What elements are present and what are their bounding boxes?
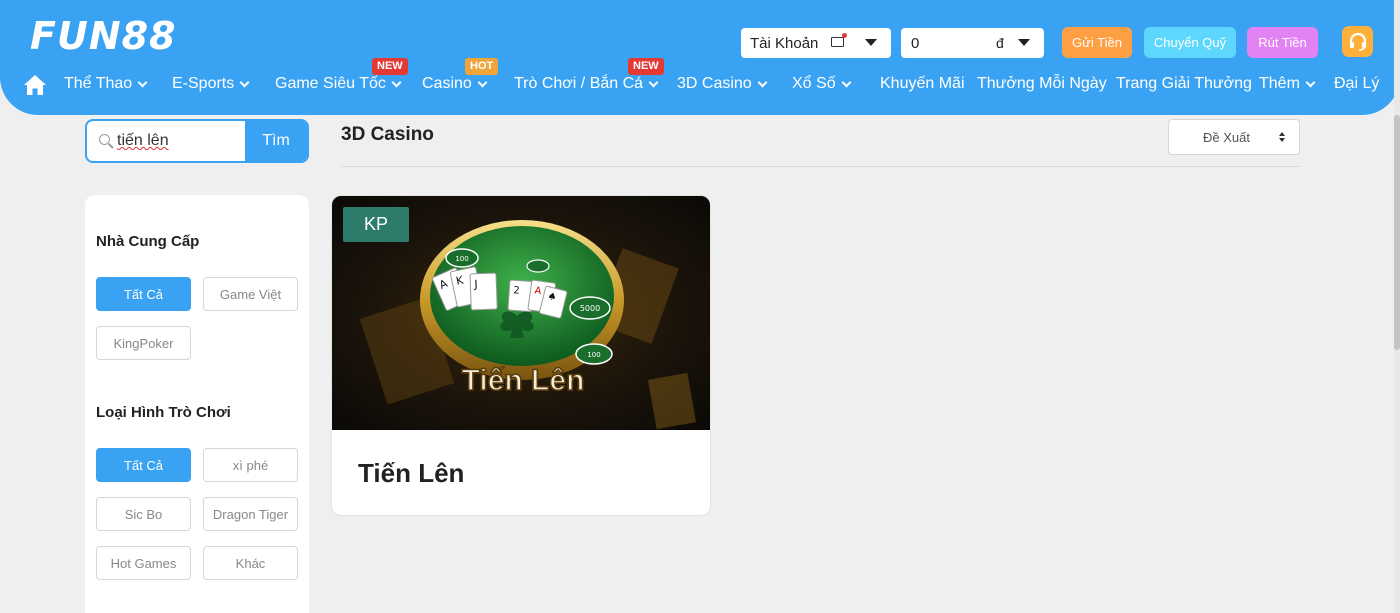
divider <box>341 166 1300 167</box>
caret-down-icon <box>1018 39 1030 46</box>
sort-value: Đề Xuất <box>1203 129 1250 145</box>
currency-symbol: đ <box>996 35 1004 51</box>
nav-item-khuyen-mai[interactable]: Khuyến Mãi <box>880 75 965 93</box>
gametype-filter-hot-games[interactable]: Hot Games <box>96 546 191 580</box>
sort-select[interactable]: Đề Xuất <box>1168 119 1300 155</box>
new-badge: NEW <box>372 58 408 75</box>
scrollbar-thumb[interactable] <box>1394 115 1400 350</box>
game-search: Tìm <box>85 119 309 163</box>
caret-down-icon <box>865 39 877 46</box>
site-header: FUN88 Tài Khoản 0 đ Gửi Tiền Chuyển Quỹ … <box>0 0 1400 115</box>
svg-text:5000: 5000 <box>580 304 600 313</box>
fun88-logo[interactable]: FUN88 <box>30 14 177 58</box>
nav-item-trang-giai-thuong[interactable]: Trang Giải Thưởng <box>1116 75 1252 93</box>
chevron-down-icon <box>1305 77 1316 87</box>
mail-icon[interactable] <box>831 33 847 47</box>
nav-item-dai-ly[interactable]: Đại Lý <box>1334 75 1379 93</box>
hot-badge: HOT <box>465 58 499 75</box>
page-scrollbar[interactable] <box>1394 0 1400 613</box>
transfer-button[interactable]: Chuyển Quỹ <box>1144 27 1236 58</box>
gametype-filter-title: Loại Hình Trò Chơi <box>96 404 231 421</box>
provider-filter-all[interactable]: Tất Cả <box>96 277 191 311</box>
chevron-down-icon <box>841 77 852 87</box>
svg-text:100: 100 <box>455 255 468 263</box>
nav-item-the-thao[interactable]: Thể Thao <box>64 75 148 93</box>
search-input[interactable] <box>117 121 247 161</box>
chevron-down-icon <box>239 77 250 87</box>
svg-text:2: 2 <box>513 285 520 296</box>
nav-item-game-sieu-toc[interactable]: Game Siêu Tốc <box>275 75 402 93</box>
chevron-down-icon <box>391 77 402 87</box>
chevron-down-icon <box>477 77 488 87</box>
deposit-button[interactable]: Gửi Tiền <box>1062 27 1132 58</box>
page-title: 3D Casino <box>341 124 434 145</box>
account-label: Tài Khoản <box>750 34 819 52</box>
poker-chip-icon: 5000 <box>569 296 611 320</box>
chevron-down-icon <box>137 77 148 87</box>
provider-filter-game-viet[interactable]: Game Việt <box>203 277 298 311</box>
home-icon[interactable] <box>23 74 47 96</box>
nav-item-3d-casino[interactable]: 3D Casino <box>677 75 768 93</box>
provider-badge: KP <box>343 207 409 242</box>
thumbnail-title: Tiến Lên <box>462 364 585 397</box>
gametype-filter-xi-phe[interactable]: xì phé <box>203 448 298 482</box>
gametype-filter-all[interactable]: Tất Cả <box>96 448 191 482</box>
gametype-filter-sic-bo[interactable]: Sic Bo <box>96 497 191 531</box>
poker-chip-icon: 100 <box>575 343 613 365</box>
withdraw-button[interactable]: Rút Tiền <box>1247 27 1318 58</box>
provider-filter-title: Nhà Cung Cấp <box>96 233 200 250</box>
nav-item-esports[interactable]: E-Sports <box>172 75 250 93</box>
new-badge: NEW <box>628 58 664 75</box>
chevron-down-icon <box>648 77 659 87</box>
gametype-filter-dragon-tiger[interactable]: Dragon Tiger <box>203 497 298 531</box>
poker-chip-icon: 100 <box>445 248 479 268</box>
nav-item-thuong-moi-ngay[interactable]: Thưởng Mỗi Ngày <box>977 75 1107 93</box>
nav-item-tro-choi-ban-ca[interactable]: Trò Chơi / Bắn Cá <box>514 75 659 93</box>
nav-item-casino[interactable]: Casino <box>422 75 488 93</box>
main-nav: Thể Thao E-Sports Game Siêu Tốc Casino T… <box>0 72 1400 98</box>
nav-item-them[interactable]: Thêm <box>1259 75 1316 93</box>
gametype-filter-khac[interactable]: Khác <box>203 546 298 580</box>
game-title[interactable]: Tiến Lên <box>358 458 464 489</box>
account-dropdown[interactable]: Tài Khoản <box>741 28 891 58</box>
balance-value: 0 <box>911 34 920 52</box>
support-headset-icon[interactable] <box>1342 26 1373 57</box>
balance-dropdown[interactable]: 0 đ <box>901 28 1044 58</box>
svg-text:100: 100 <box>587 351 600 359</box>
search-button[interactable]: Tìm <box>245 121 307 161</box>
nav-item-xo-so[interactable]: Xổ Số <box>792 75 852 93</box>
provider-filter-kingpoker[interactable]: KingPoker <box>96 326 191 360</box>
chevron-down-icon <box>757 77 768 87</box>
game-card[interactable]: A K J 2 A ♠ 100 5000 100 Tiến Lên KP Tiế… <box>331 195 711 516</box>
svg-text:J: J <box>473 278 478 291</box>
filter-sidebar: Nhà Cung Cấp Tất Cả Game Việt KingPoker … <box>85 195 309 613</box>
search-icon <box>99 134 110 145</box>
